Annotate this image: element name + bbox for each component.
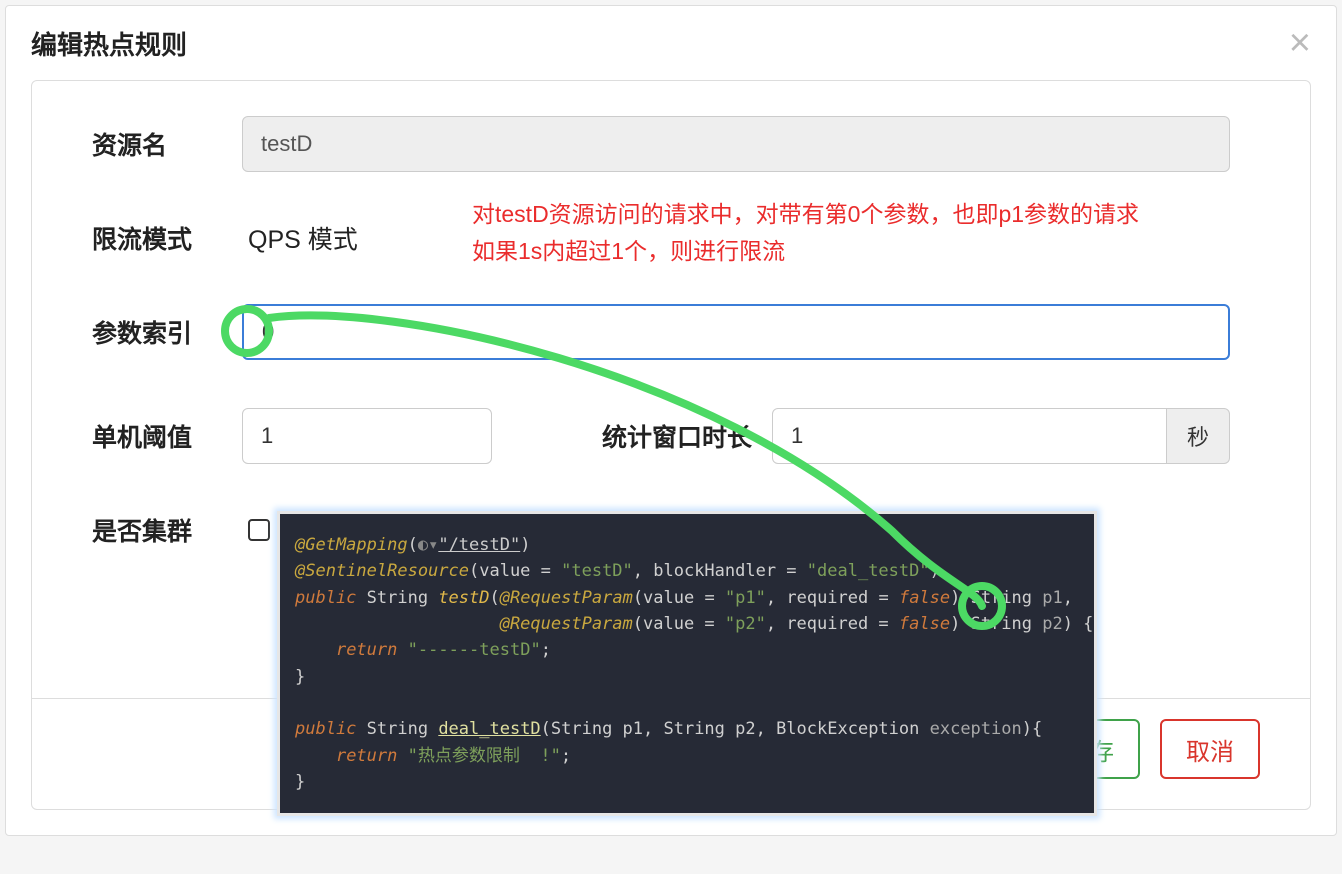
annotation-note: 对testD资源访问的请求中，对带有第0个参数，也即p1参数的请求 如果1s内超… (472, 196, 1139, 270)
code-snippet: @GetMapping(◐▾"/testD") @SentinelResourc… (277, 511, 1097, 816)
close-icon[interactable]: × (1289, 24, 1311, 62)
param-index-input[interactable] (242, 304, 1230, 360)
threshold-input[interactable] (242, 408, 492, 464)
annotation-note-line2: 如果1s内超过1个，则进行限流 (472, 233, 1139, 270)
edit-hotspot-rule-dialog: 编辑热点规则 × 资源名 限流模式 QPS 模式 参数索引 单机阈值 统计窗口时… (5, 5, 1337, 836)
form-panel: 资源名 限流模式 QPS 模式 参数索引 单机阈值 统计窗口时长 秒 是否集群 (31, 80, 1311, 810)
window-input[interactable] (772, 408, 1167, 464)
annotation-note-line1: 对testD资源访问的请求中，对带有第0个参数，也即p1参数的请求 (472, 196, 1139, 233)
window-unit: 秒 (1167, 408, 1230, 464)
cluster-label: 是否集群 (82, 512, 242, 548)
dialog-title: 编辑热点规则 (31, 25, 187, 62)
row-resource-name: 资源名 (82, 116, 1260, 172)
cluster-checkbox[interactable] (248, 519, 270, 541)
threshold-label: 单机阈值 (82, 418, 242, 454)
cancel-button[interactable]: 取消 (1160, 719, 1260, 779)
row-param-index: 参数索引 (82, 304, 1260, 360)
dialog-header: 编辑热点规则 × (6, 6, 1336, 80)
resource-name-input[interactable] (242, 116, 1230, 172)
window-label: 统计窗口时长 (602, 418, 752, 454)
resource-name-label: 资源名 (82, 126, 242, 162)
mode-value: QPS 模式 (242, 220, 358, 256)
mode-label: 限流模式 (82, 220, 242, 256)
param-index-label: 参数索引 (82, 314, 242, 350)
row-threshold-window: 单机阈值 统计窗口时长 秒 (82, 408, 1260, 464)
